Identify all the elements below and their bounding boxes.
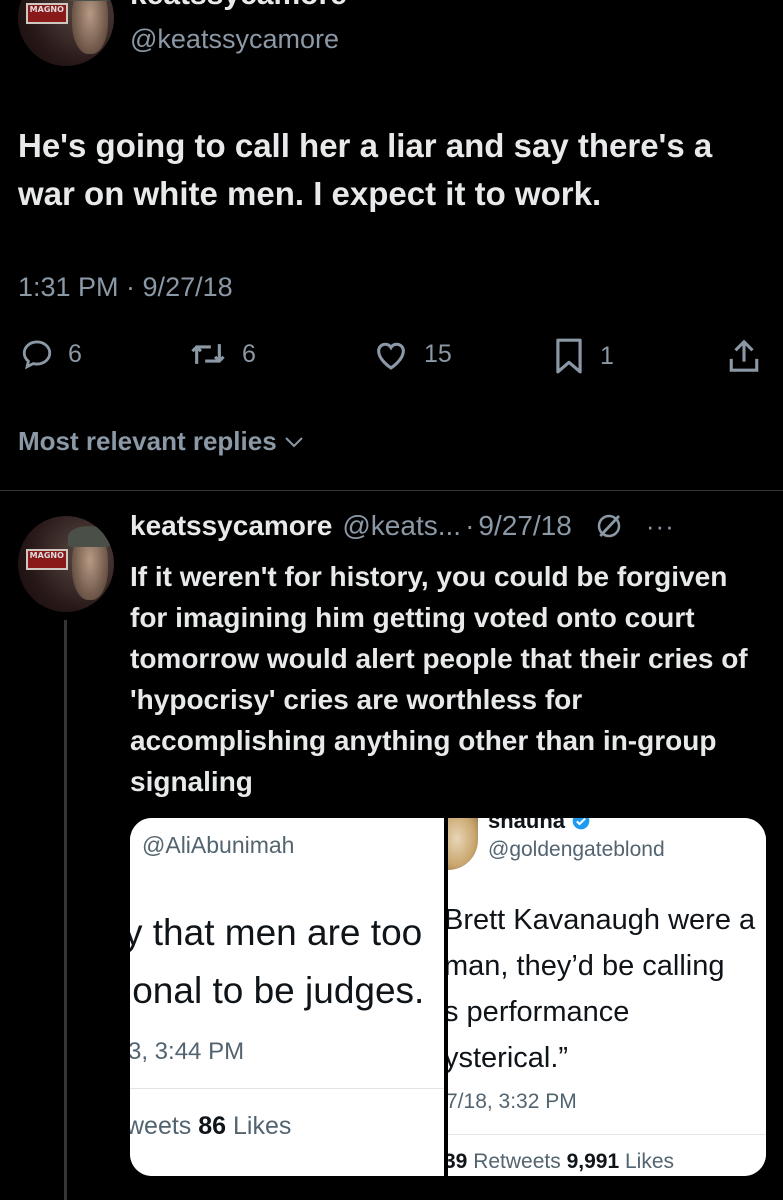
embedded-handle: @AliAbunimah	[142, 832, 295, 858]
embedded-text-line: ional to be judges.	[130, 970, 425, 1011]
reply-date[interactable]: 9/27/18	[478, 510, 571, 542]
embedded-text-line: man, they’d be calling	[448, 950, 725, 982]
embedded-text-line: ysterical.”	[448, 1042, 569, 1074]
embedded-text-line: s performance	[448, 996, 630, 1028]
avatar-cap	[67, 525, 111, 547]
retweet-icon	[191, 344, 225, 364]
avatar-sign: MAGNO	[25, 2, 68, 24]
chevron-down-icon	[284, 436, 303, 447]
replies-sort-label: Most relevant replies	[18, 426, 277, 456]
embedded-divider	[130, 1088, 444, 1089]
tweet-timestamp[interactable]: 1:31 PM · 9/27/18	[18, 272, 233, 303]
retweet-button[interactable]: 6	[188, 337, 256, 371]
reply-icon	[22, 340, 52, 370]
embedded-timestamp: 7/18, 3:32 PM	[448, 1090, 577, 1113]
avatar-cap	[67, 0, 111, 1]
share-button[interactable]	[727, 337, 761, 375]
thread-line	[64, 620, 67, 1200]
replies-sort-dropdown[interactable]: Most relevant replies	[18, 426, 305, 457]
main-author-name[interactable]: keatssycamore	[130, 0, 347, 12]
embedded-handle: @goldengateblond	[488, 838, 665, 861]
like-count: 15	[424, 339, 452, 368]
embedded-stats: weets 86 Likes	[130, 1112, 292, 1140]
reply-button[interactable]: 6	[20, 337, 82, 371]
main-author-avatar[interactable]: MAGNO	[18, 0, 114, 66]
grok-icon[interactable]	[594, 511, 624, 541]
avatar-face	[71, 0, 109, 55]
reply-author-name[interactable]: keatssycamore	[130, 510, 332, 542]
embedded-divider	[448, 1134, 766, 1135]
embedded-stats: 39 Retweets 9,991 Likes	[448, 1150, 674, 1173]
section-divider	[0, 490, 783, 491]
embedded-timestamp: 3, 3:44 PM	[130, 1038, 245, 1065]
reply-author-handle[interactable]: @keats...	[342, 510, 461, 542]
retweet-count: 6	[242, 339, 256, 368]
like-button[interactable]: 15	[372, 337, 452, 371]
avatar-sign: MAGNO	[25, 548, 68, 570]
bookmark-count: 1	[600, 341, 614, 370]
embedded-avatar	[448, 818, 478, 870]
verified-badge-icon	[572, 818, 590, 830]
bookmark-icon	[556, 338, 582, 374]
embedded-text-line: y that men are too	[130, 912, 423, 953]
media-image-right[interactable]: shauna @goldengateblond Brett Kavanaugh …	[448, 818, 766, 1176]
main-author-handle[interactable]: @keatssycamore	[130, 24, 339, 55]
reply-media[interactable]: @AliAbunimah y that men are too ional to…	[130, 818, 766, 1176]
reply-author-avatar[interactable]: MAGNO	[18, 516, 114, 612]
media-image-left[interactable]: @AliAbunimah y that men are too ional to…	[130, 818, 444, 1176]
embedded-text-line: Brett Kavanaugh were a	[448, 904, 756, 936]
embedded-name: shauna	[488, 818, 591, 834]
share-icon	[729, 339, 759, 372]
reply-count: 6	[68, 339, 82, 368]
bookmark-button[interactable]: 1	[552, 337, 614, 375]
reply-text: If it weren't for history, you could be …	[130, 561, 748, 797]
reply-separator: ·	[465, 510, 475, 541]
tweet-text: He's going to call her a liar and say th…	[18, 127, 713, 212]
more-options-icon[interactable]: ···	[646, 511, 675, 542]
reply-header: keatssycamore @keats... · 9/27/18 ···	[130, 510, 675, 542]
heart-icon	[377, 342, 405, 370]
